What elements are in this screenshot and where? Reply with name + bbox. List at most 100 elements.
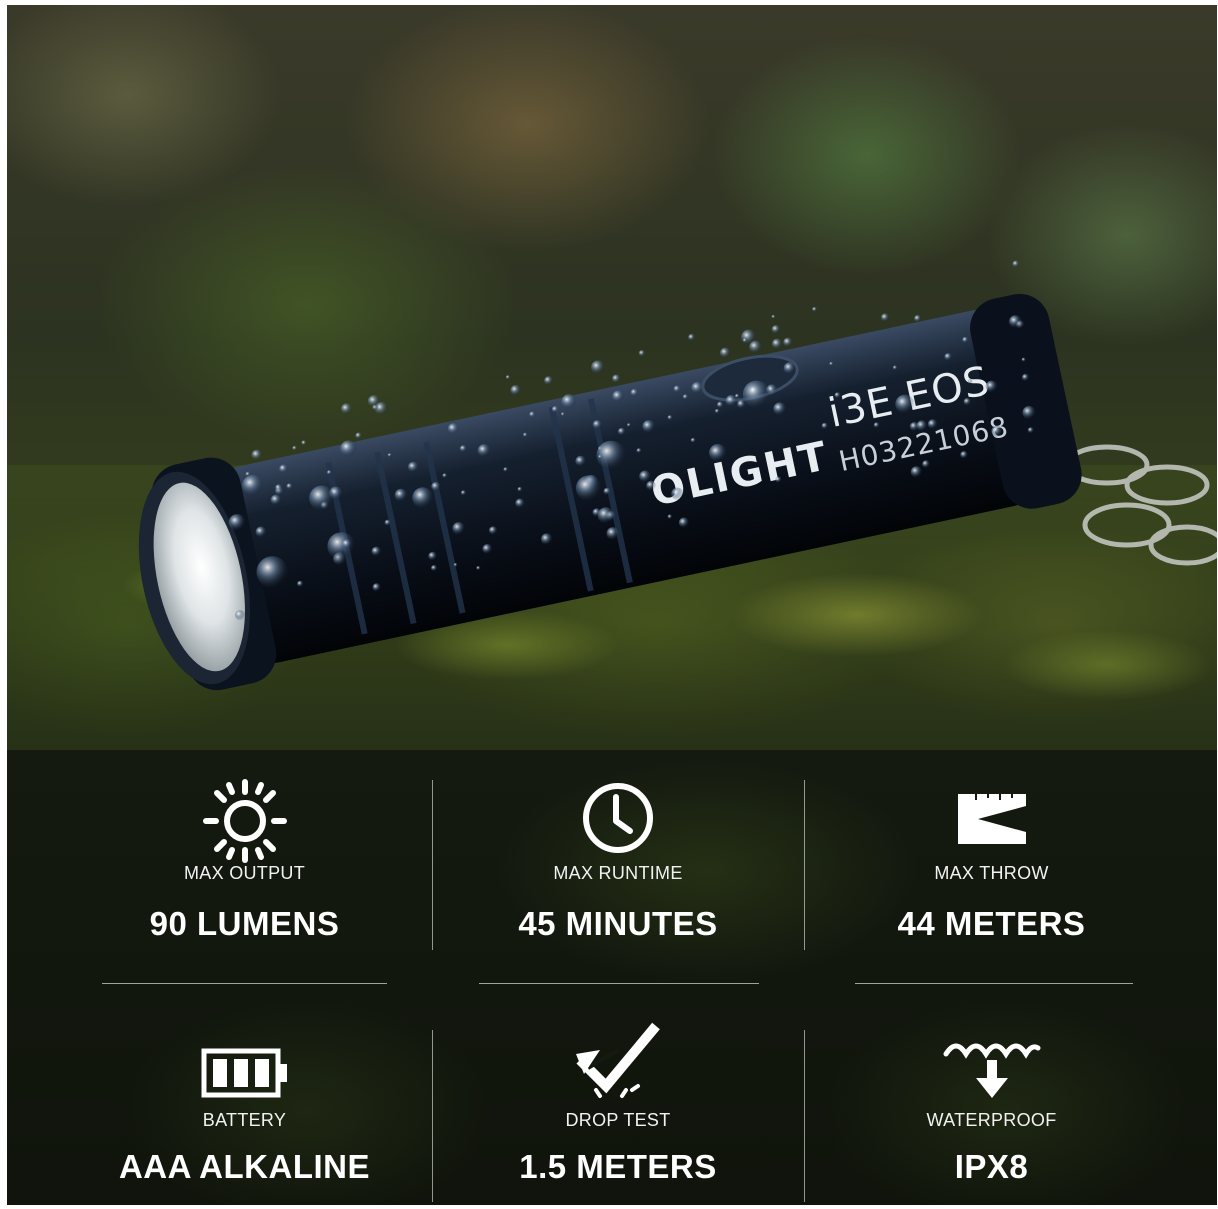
water-droplet [510,385,522,396]
water-droplet [627,423,631,428]
water-droplet [235,610,246,621]
water-droplet [910,466,923,478]
water-droplet [503,467,509,472]
water-droplet [881,313,890,322]
water-droplet [1009,315,1022,328]
water-droplet [292,445,298,451]
water-droplet [737,400,746,409]
flashlight-illustration: OLIGHT i3E EOS H03221068 [138,260,1217,691]
water-droplet [812,306,818,313]
water-droplet [985,380,998,393]
water-droplet [775,476,782,483]
water-droplet [412,487,434,509]
water-droplet [771,325,781,334]
water-droplet [442,473,448,479]
water-droplet [678,517,690,528]
water-droplet [367,395,381,408]
water-droplet [591,360,605,375]
spec-label: DROP TEST [565,1110,671,1130]
row-divider [479,983,759,984]
water-droplet [773,402,787,416]
water-droplet [245,471,251,477]
water-droplet [638,350,646,357]
water-droplet [617,427,626,436]
water-droplet [561,394,577,410]
spec-max-throw: MAX THROW 44 METERS [804,750,1179,980]
water-droplet [529,411,536,418]
water-droplet [452,522,466,535]
water-droplet [922,460,931,469]
water-droplet [829,361,834,366]
water-droplet [340,440,357,458]
water-droplet [394,488,408,502]
water-droplet [716,401,724,409]
spec-value: 45 MINUTES [518,905,718,942]
water-droplet [639,470,651,483]
water-droplet [575,475,602,501]
water-droplet [447,423,460,435]
water-droplet [341,403,353,415]
water-droplet [892,365,898,371]
water-droplet [636,448,642,454]
water-droplet [630,388,639,397]
spec-label: WATERPROOF [926,1110,1057,1130]
water-droplet [1022,406,1036,420]
water-droplet [688,333,696,342]
water-droplet [355,432,363,440]
water-droplet [667,415,673,421]
water-droplet [914,314,922,323]
water-droplet [598,454,603,459]
water-droplet [612,390,625,403]
spec-value: AAA ALKALINE [118,1148,371,1185]
water-droplet [384,519,391,526]
spec-label: MAX OUTPUT [183,863,305,883]
water-droplet [242,474,264,497]
water-droplet [1027,427,1034,434]
spec-panel: MAX OUTPUT 90 LUMENS MAX RUNTIME 45 MINU… [7,750,1217,1205]
water-droplet [477,444,491,458]
spec-drop-test: DROP TEST 1.5 METERS [432,1000,804,1205]
spec-waterproof: WATERPROOF IPX8 [804,1000,1179,1205]
sun-icon [202,779,287,863]
water-droplet [720,347,731,359]
water-droplet [279,464,289,474]
water-droplet [960,451,969,459]
water-droplet [517,486,523,492]
water-droplet [428,551,438,561]
water-droplet [460,490,467,496]
spec-label: BATTERY [202,1110,287,1130]
water-droplet [476,566,481,571]
beam-throw-icon [957,794,1026,844]
water-droplet [597,507,615,524]
water-droplet [749,340,763,354]
water-droplet [523,432,528,438]
water-droplet [927,419,938,430]
water-droplet [1021,357,1026,362]
water-droplet [1012,260,1020,268]
water-droplet [408,461,419,473]
water-droplet [734,393,740,399]
water-droplet [275,484,283,492]
spec-value: 44 METERS [897,905,1086,942]
spec-label: MAX RUNTIME [553,863,683,883]
water-droplet [821,422,829,430]
battery-icon [201,1048,287,1098]
water-droplet [575,455,587,467]
row-divider [855,983,1133,984]
water-droplet [251,449,263,461]
water-droplet [342,539,352,549]
water-droplet [991,425,1003,437]
water-droplet [682,394,689,400]
water-droplet [742,338,748,343]
water-droplet [371,546,382,557]
water-droplet [309,485,335,511]
water-droplet [515,498,525,509]
water-droplet [646,480,656,491]
water-droplet [667,514,673,520]
spec-value: 90 LUMENS [149,905,340,942]
water-droplet [771,314,776,319]
water-droplet [482,544,493,554]
water-droplet [963,398,972,406]
clock-icon [583,783,653,853]
spec-max-output: MAX OUTPUT 90 LUMENS [47,750,442,980]
